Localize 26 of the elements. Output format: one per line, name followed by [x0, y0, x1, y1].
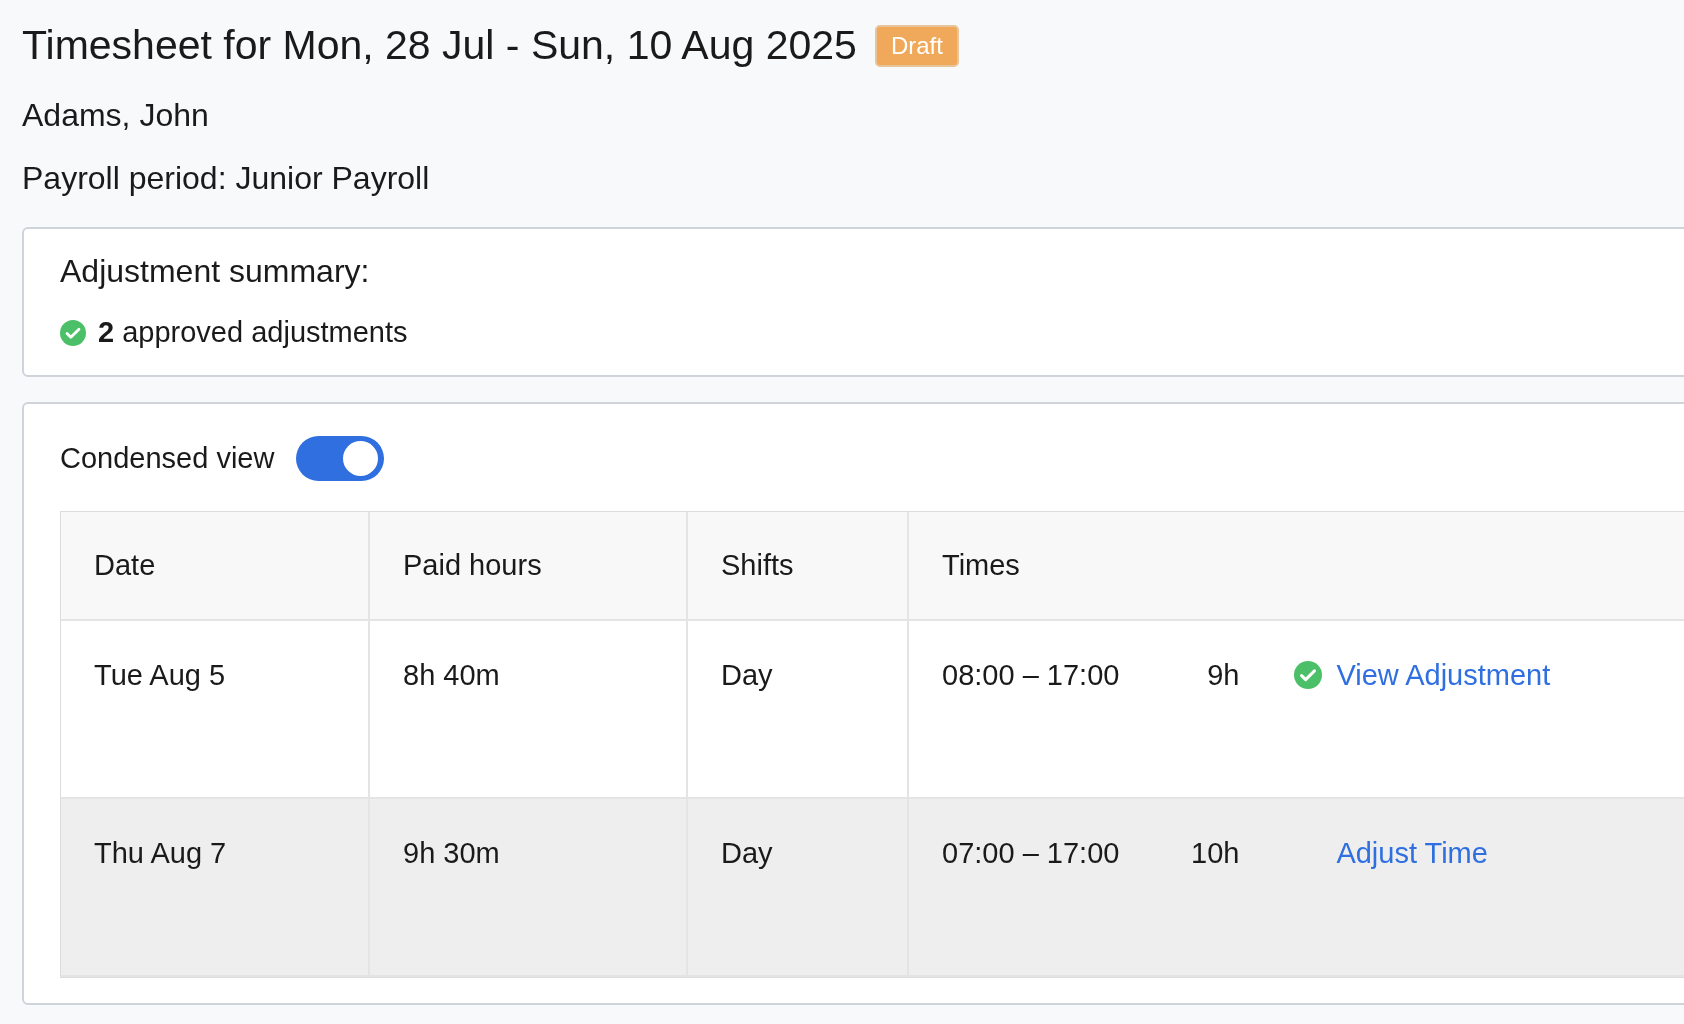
status-badge: Draft — [874, 24, 959, 67]
column-header: Times — [909, 512, 1684, 621]
table-cell: 8h 40m — [370, 621, 688, 799]
employee-name: Adams, John — [22, 97, 210, 134]
column-header: Date — [61, 512, 370, 621]
table-cell: Day — [688, 621, 909, 799]
page-title: Timesheet for Mon, 28 Jul - Sun, 10 Aug 2025 — [22, 22, 857, 69]
column-header: Paid hours — [370, 512, 688, 621]
toggle-label: Condensed view — [60, 442, 275, 475]
condensed-view-toggle[interactable] — [296, 436, 385, 481]
table-cell: 9h 30m — [370, 799, 688, 977]
table-cell: Thu Aug 7 — [61, 799, 370, 977]
adjust-link[interactable]: Adjust Time — [1336, 837, 1488, 870]
duration: 9h — [1206, 659, 1240, 692]
table-cell: Tue Aug 5 — [61, 621, 370, 799]
summary-heading: Adjustment summary: — [60, 253, 371, 290]
column-header: Shifts — [688, 512, 909, 621]
summary-text: 2 approved adjustments — [98, 316, 408, 349]
check-circle-icon — [1294, 661, 1323, 689]
time-range: 07:00 – 17:00 — [942, 837, 1120, 870]
time-range: 08:00 – 17:00 — [942, 659, 1120, 692]
adjust-link[interactable]: View Adjustment — [1336, 659, 1551, 692]
payroll-period: Payroll period: Junior Payroll — [22, 160, 431, 197]
table-cell: Day — [688, 799, 909, 977]
duration: 10h — [1190, 837, 1240, 870]
check-circle-icon — [60, 319, 86, 346]
